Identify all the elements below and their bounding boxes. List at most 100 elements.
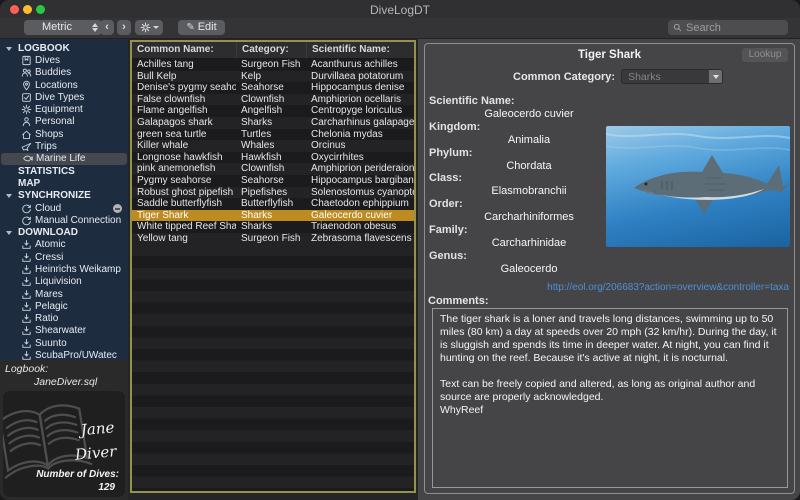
disclosure-triangle-icon[interactable] xyxy=(6,190,15,201)
table-row[interactable]: Saddle butterflyfish Butterflyfish Chaet… xyxy=(132,198,414,210)
table-row[interactable]: Longnose hawkfish Hawkfish Oxycirrhites xyxy=(132,151,414,164)
comments-textarea[interactable]: The tiger shark is a loner and travels l… xyxy=(432,308,788,488)
disclosure-triangle-icon[interactable] xyxy=(6,227,15,238)
sidebar-item[interactable]: Heinrichs Weikamp xyxy=(0,263,128,275)
sidebar-item[interactable]: DOWNLOAD xyxy=(0,226,128,238)
species-detail-pane: Tiger Shark Lookup Common Category: Shar… xyxy=(418,39,800,500)
cell-category: Sharks xyxy=(241,116,273,128)
tiger-shark-image xyxy=(606,133,790,214)
sidebar-item[interactable]: Shearwater xyxy=(0,325,128,337)
table-row[interactable]: Robust ghost pipefish Pipefishes Solenos… xyxy=(132,186,414,199)
sidebar-item[interactable]: Trips xyxy=(0,140,128,152)
sidebar-item[interactable]: Pelagic xyxy=(0,300,128,312)
cell-scientific-name: Galeocerdo cuvier xyxy=(311,209,393,221)
sidebar-item[interactable]: SYNCHRONIZE xyxy=(0,190,128,202)
sidebar-item[interactable]: Buddies xyxy=(0,67,128,79)
column-header-scientific-name[interactable]: Scientific Name: xyxy=(306,42,414,58)
common-category-dropdown[interactable]: Sharks xyxy=(621,69,724,84)
table-row[interactable]: Galapagos shark Sharks Carcharhinus gala… xyxy=(132,116,414,129)
sync-icon xyxy=(21,203,32,214)
sidebar-item-label: Cloud xyxy=(35,202,62,214)
forward-button[interactable]: › xyxy=(117,20,131,35)
cell-scientific-name: Acanthurus achilles xyxy=(311,59,398,70)
back-button[interactable]: ‹ xyxy=(100,20,114,35)
edit-button[interactable]: ✎ Edit xyxy=(178,20,225,35)
action-menu-button[interactable] xyxy=(135,20,163,35)
sidebar-item[interactable]: MAP xyxy=(0,177,128,189)
sync-icon xyxy=(21,215,32,226)
sidebar-item-label: STATISTICS xyxy=(18,165,75,177)
sidebar-item-label: Personal xyxy=(35,116,75,128)
table-row[interactable]: pink anemonefish Clownfish Amphiprion pe… xyxy=(132,163,414,175)
pin-icon xyxy=(21,80,32,91)
table-row[interactable]: Yellow tang Surgeon Fish Zebrasoma flave… xyxy=(132,232,414,245)
search-field[interactable] xyxy=(668,20,788,35)
cell-category: Surgeon Fish xyxy=(241,232,301,244)
cell-scientific-name: Solenostomus cyanopter… xyxy=(311,186,414,198)
lookup-button[interactable]: Lookup xyxy=(742,48,788,62)
sidebar-item[interactable]: Cressi xyxy=(0,251,128,263)
table-row[interactable]: Flame angelfish Angelfish Centropyge lor… xyxy=(132,105,414,117)
units-popup-button[interactable]: Metric xyxy=(24,20,102,35)
table-row[interactable]: White tipped Reef Shark Sharks Triaenodo… xyxy=(132,221,414,233)
table-row[interactable]: green sea turtle Turtles Chelonia mydas xyxy=(132,128,414,141)
sidebar-item-label: Locations xyxy=(35,79,78,91)
download-icon xyxy=(21,239,32,250)
column-header-common-name[interactable]: Common Name: xyxy=(132,42,236,58)
table-row[interactable]: Killer whale Whales Orcinus xyxy=(132,140,414,152)
sidebar-item[interactable]: Dive Types xyxy=(0,91,128,103)
cell-category: Sharks xyxy=(241,209,273,221)
table-row[interactable]: Tiger Shark Sharks Galeocerdo cuvier xyxy=(132,209,414,222)
cell-common-name: White tipped Reef Shark xyxy=(137,221,236,233)
cell-common-name: False clownfish xyxy=(137,93,206,105)
sidebar-item-label: Ratio xyxy=(35,313,59,325)
table-row[interactable]: Pygmy seahorse Seahorse Hippocampus barg… xyxy=(132,174,414,187)
download-icon xyxy=(21,276,32,287)
sidebar-item[interactable]: Mares xyxy=(0,288,128,300)
species-detail-frame: Tiger Shark Lookup Common Category: Shar… xyxy=(424,43,795,494)
cell-common-name: Longnose hawkfish xyxy=(137,151,223,163)
sidebar-item[interactable]: Dives xyxy=(0,54,128,66)
sidebar-item-label: Buddies xyxy=(35,67,72,79)
pencil-icon: ✎ xyxy=(186,22,195,33)
disclosure-triangle-icon[interactable] xyxy=(6,43,15,54)
table-row[interactable]: Achilles tang Surgeon Fish Acanthurus ac… xyxy=(132,59,414,71)
taxonomy-field: Scientific Name: Galeocerdo cuvier xyxy=(429,95,629,121)
logbook-info-panel: Logbook: JaneDiver.sql Jane Diver Number… xyxy=(0,360,128,500)
table-row[interactable]: Denise's pygmy seahorse Seahorse Hippoca… xyxy=(132,82,414,94)
cell-category: Turtles xyxy=(241,128,272,140)
sidebar-item-label: Suunto xyxy=(35,337,67,349)
sidebar-item[interactable]: Locations xyxy=(0,79,128,91)
taxonomy-field-value: Galeocerdo xyxy=(500,262,558,275)
sidebar-item[interactable]: Marine Life xyxy=(1,152,127,165)
number-of-dives-label: Number of Dives: xyxy=(36,469,119,480)
taxonomy-field: Genus: Galeocerdo xyxy=(429,250,629,276)
cell-category: Kelp xyxy=(241,70,262,82)
download-icon xyxy=(21,338,32,349)
taxonomy-field-label: Order: xyxy=(429,198,463,211)
sidebar-item-label: DOWNLOAD xyxy=(18,227,78,239)
eol-link[interactable]: http://eol.org/206683?action=overview&co… xyxy=(547,282,789,293)
sidebar-item[interactable]: Ratio xyxy=(0,313,128,325)
table-row[interactable]: Bull Kelp Kelp Durvillaea potatorum xyxy=(132,70,414,83)
sidebar-item[interactable]: Equipment xyxy=(0,103,128,115)
sidebar-item[interactable]: Personal xyxy=(0,116,128,128)
column-header-category[interactable]: Category: xyxy=(236,42,306,58)
sidebar-item[interactable]: Cloud xyxy=(0,202,128,214)
sidebar-item[interactable]: Shops xyxy=(0,128,128,140)
sidebar-item[interactable]: Manual Connection xyxy=(0,214,128,226)
sidebar-item[interactable]: Suunto xyxy=(0,337,128,349)
back-chevron-icon: ‹ xyxy=(105,21,109,33)
table-row[interactable]: False clownfish Clownfish Amphiprion oce… xyxy=(132,93,414,106)
search-icon xyxy=(673,23,682,32)
common-category-row: Common Category: Sharks xyxy=(425,69,794,84)
sidebar-item-label: Shearwater xyxy=(35,325,87,337)
sidebar-item[interactable]: STATISTICS xyxy=(0,165,128,177)
sidebar-item-label: Mares xyxy=(35,288,63,300)
sidebar-item[interactable]: Liquivision xyxy=(0,276,128,288)
sidebar-item[interactable]: LOGBOOK xyxy=(0,42,128,54)
search-input[interactable] xyxy=(686,21,783,34)
sidebar-item[interactable]: Atomic xyxy=(0,239,128,251)
cell-category: Pipefishes xyxy=(241,186,288,198)
sidebar-item-label: Liquivision xyxy=(35,276,82,288)
